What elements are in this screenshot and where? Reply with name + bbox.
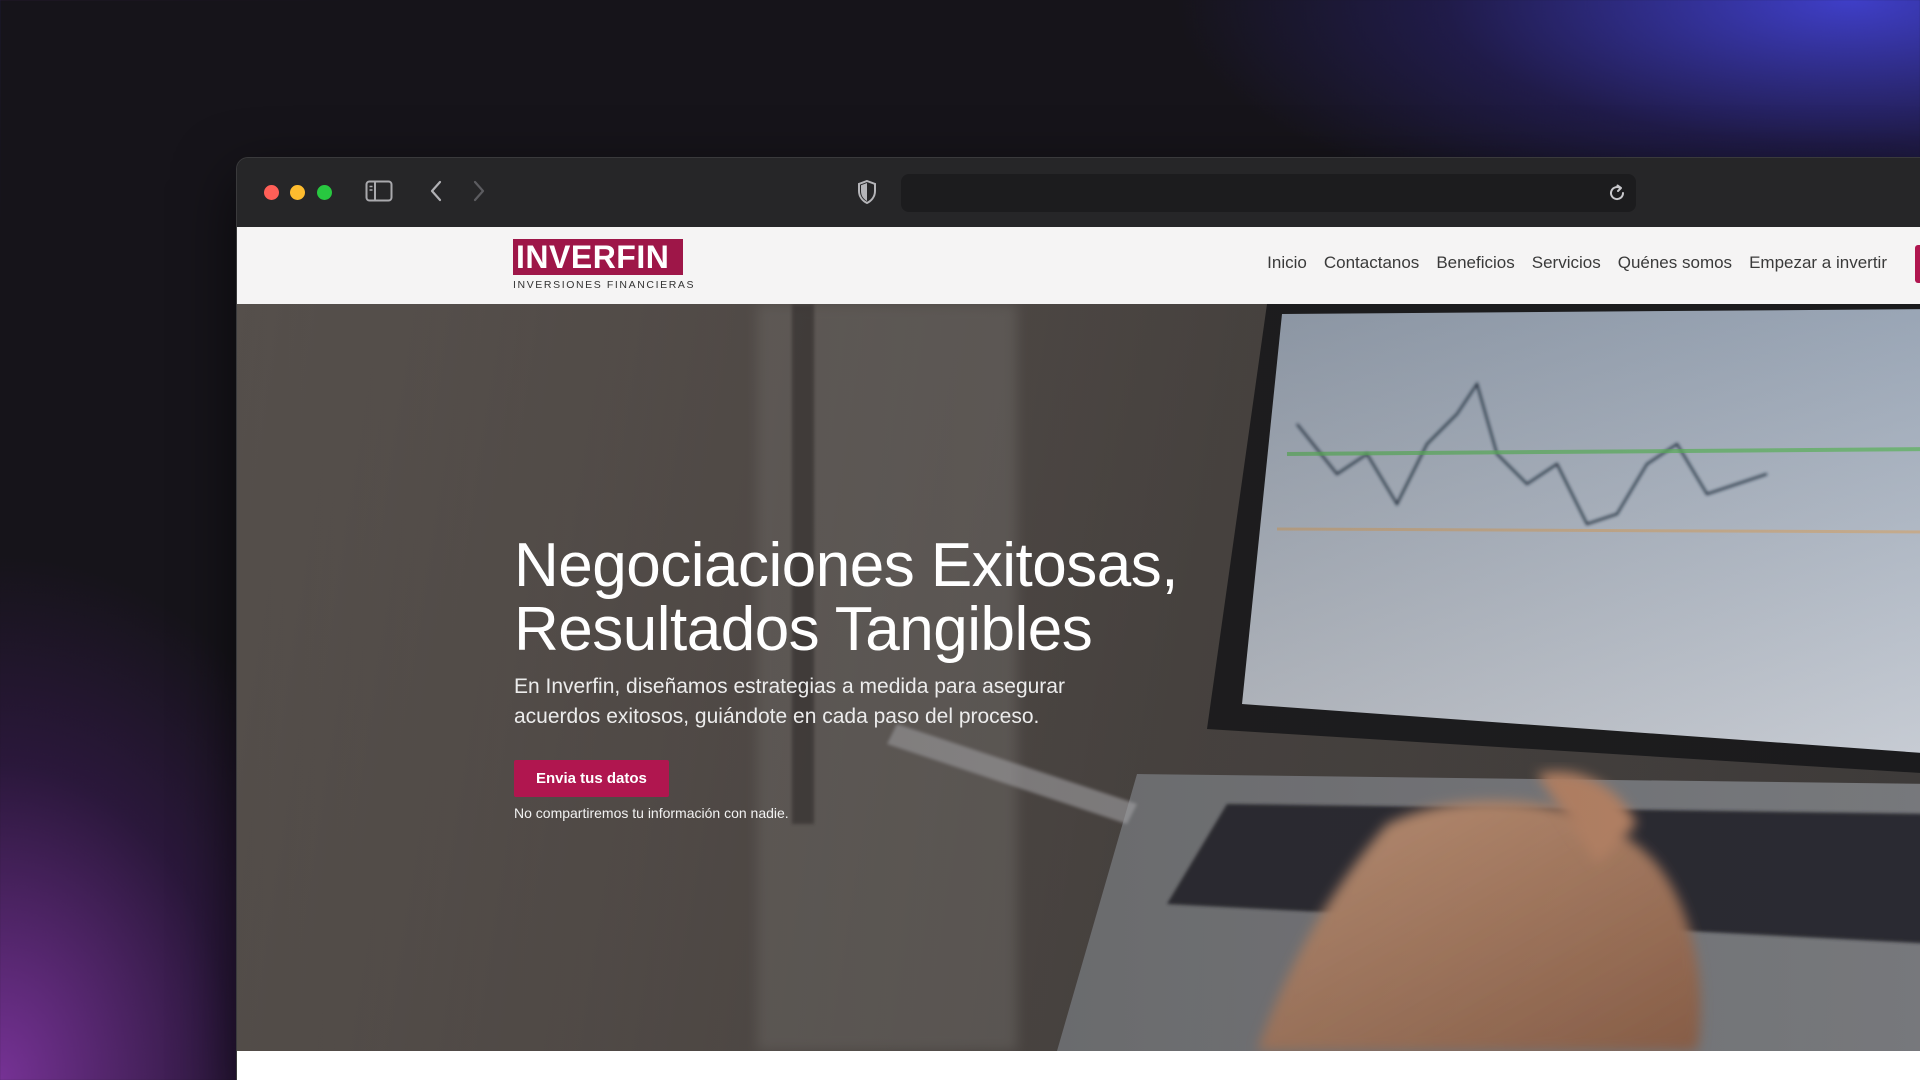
nav-inicio[interactable]: Inicio: [1267, 253, 1307, 273]
nav-empezar-a-invertir[interactable]: Empezar a invertir: [1749, 253, 1887, 273]
nav-cta-button[interactable]: [1915, 245, 1920, 283]
minimize-window-button[interactable]: [290, 185, 305, 200]
back-arrow-icon[interactable]: [424, 179, 448, 203]
hero-section: Negociaciones Exitosas, Resultados Tangi…: [237, 304, 1920, 1051]
web-page: INVERFIN INVERSIONES FINANCIERAS Inicio …: [237, 227, 1920, 1080]
privacy-note: No compartiremos tu información con nadi…: [514, 805, 789, 821]
nav-beneficios[interactable]: Beneficios: [1436, 253, 1514, 273]
hero-title: Negociaciones Exitosas, Resultados Tangi…: [514, 534, 1274, 662]
close-window-button[interactable]: [264, 185, 279, 200]
logo-tagline: INVERSIONES FINANCIERAS: [513, 279, 696, 291]
forward-arrow-icon[interactable]: [467, 179, 491, 203]
maximize-window-button[interactable]: [317, 185, 332, 200]
hero-title-line-1: Negociaciones Exitosas,: [514, 531, 1178, 600]
browser-titlebar: [237, 158, 1920, 227]
sidebar-toggle-icon[interactable]: [365, 179, 393, 203]
hero-title-line-2: Resultados Tangibles: [514, 595, 1093, 664]
send-data-button[interactable]: Envia tus datos: [514, 760, 669, 797]
hero-content: Negociaciones Exitosas, Resultados Tangi…: [514, 534, 1274, 821]
browser-window: INVERFIN INVERSIONES FINANCIERAS Inicio …: [236, 157, 1920, 1080]
inverfin-logo[interactable]: INVERFIN INVERSIONES FINANCIERAS: [513, 239, 693, 291]
shield-icon[interactable]: [855, 179, 879, 205]
hero-description: En Inverfin, diseñamos estrategias a med…: [514, 675, 1065, 728]
main-nav: Inicio Contactanos Beneficios Servicios …: [1250, 253, 1887, 273]
nav-servicios[interactable]: Servicios: [1532, 253, 1601, 273]
address-bar[interactable]: [901, 174, 1636, 212]
reload-icon[interactable]: [1606, 182, 1628, 204]
logo-wordmark: INVERFIN: [513, 239, 683, 275]
site-navbar: INVERFIN INVERSIONES FINANCIERAS Inicio …: [237, 227, 1920, 304]
nav-quienes-somos[interactable]: Quénes somos: [1618, 253, 1732, 273]
nav-contactanos[interactable]: Contactanos: [1324, 253, 1419, 273]
